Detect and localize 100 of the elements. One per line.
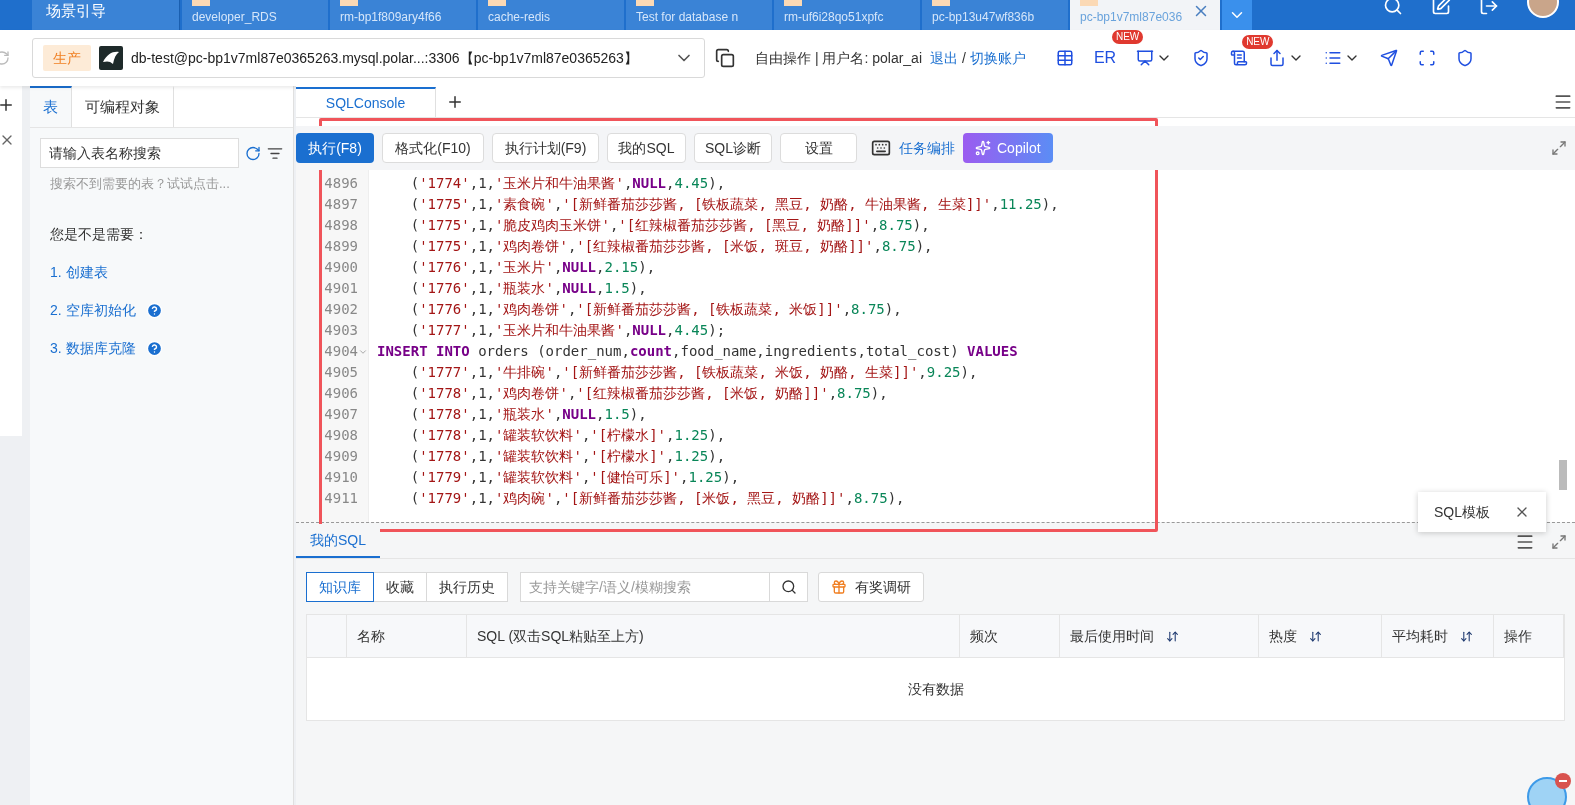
database-logo-icon [99, 46, 123, 70]
export-icon[interactable] [1268, 49, 1287, 67]
connection-tab[interactable]: rm-bp1f809ary4f66 [330, 0, 476, 30]
search-hint: 搜索不到需要的表？试试点击... [49, 175, 231, 193]
connection-selector[interactable]: 生产 db-test@pc-bp1v7ml87e0365263.mysql.polar...:3306【pc-bp1v7ml87e0365263】 [32, 38, 705, 78]
sort-icon[interactable] [1166, 629, 1179, 643]
tab-dropdown-button[interactable] [1222, 0, 1252, 30]
expand-icon[interactable] [1551, 534, 1567, 550]
toolbar-button[interactable]: 格式化(F10) [382, 133, 484, 163]
sort-icon[interactable] [1460, 629, 1473, 643]
suggestion-link[interactable]: 3. 数据库克隆 [50, 337, 136, 359]
line-number: 4902 [324, 300, 358, 319]
connection-tab[interactable]: pc-bp13u47wf836b [922, 0, 1068, 30]
tab-icon [1080, 0, 1098, 6]
gift-icon [831, 579, 847, 595]
toolbar-button[interactable]: 执行计划(F9) [492, 133, 599, 163]
column-header: 操作 [1504, 626, 1532, 646]
task-orchestration-link[interactable]: 任务编排 [899, 137, 955, 159]
toolbar-button[interactable]: 设置 [780, 133, 857, 163]
help-icon[interactable] [145, 301, 163, 319]
sidebar-tab[interactable]: 表 [30, 86, 72, 127]
search-icon[interactable] [1383, 0, 1403, 16]
line-number: 4901 [324, 279, 358, 298]
minus-badge[interactable] [1555, 773, 1571, 789]
edit-icon[interactable] [1431, 0, 1451, 16]
table-search-field[interactable]: 请输入表名称搜索 [40, 138, 239, 168]
guide-tab[interactable]: 场景引导 [32, 0, 180, 30]
my-sql-tab[interactable]: 我的SQL [296, 524, 380, 558]
code-line: ('1778',1,'鸡肉卷饼','[红辣椒番茄莎莎酱, [米饭, 奶酪]]',8.75), [409, 384, 889, 403]
table-icon[interactable] [1055, 49, 1074, 67]
line-number: 4898 [324, 216, 358, 235]
document-icon[interactable] [1230, 49, 1249, 67]
sql-search-field[interactable]: 支持关键字/语义/模糊搜索 [520, 572, 770, 602]
send-icon[interactable] [1380, 49, 1399, 67]
sidebar-tab[interactable]: 可编程对象 [72, 86, 174, 127]
code-line: ('1776',1,'玉米片',NULL,2.15), [409, 258, 657, 277]
toolbar-button[interactable]: 执行(F8) [296, 133, 374, 163]
add-icon[interactable] [0, 96, 15, 114]
connection-address: db-test@pc-bp1v7ml87e0365263.mysql.polar...:3306【pc-bp1v7ml87e0365263】 [131, 48, 639, 68]
menu-icon[interactable] [1515, 532, 1535, 552]
line-number: 4897 [324, 195, 358, 214]
survey-button[interactable]: 有奖调研 [818, 572, 924, 602]
code-line: ('1778',1,'瓶装水',NULL,1.5), [409, 405, 648, 424]
switch-account-link[interactable]: 切换账户 [969, 47, 1026, 69]
list-icon[interactable] [1324, 49, 1343, 67]
column-header: 平均耗时 [1392, 626, 1448, 646]
toolbar-button[interactable]: SQL诊断 [694, 133, 772, 163]
keyboard-icon[interactable] [871, 138, 891, 158]
line-number: 4896 [324, 174, 358, 193]
popup-label: SQL模板 [1434, 502, 1490, 522]
line-number: 4905 [324, 363, 358, 382]
tab-icon [784, 0, 802, 6]
fullscreen-icon[interactable] [1418, 49, 1437, 67]
empty-message: 没有数据 [907, 679, 964, 699]
line-number: 4900 [324, 258, 358, 277]
code-line: ('1776',1,'瓶装水',NULL,1.5), [409, 279, 648, 298]
sort-icon[interactable] [1309, 629, 1322, 643]
segment-tab[interactable]: 收藏 [373, 572, 427, 602]
segment-tab[interactable]: 知识库 [306, 572, 374, 602]
add-tab-icon[interactable] [446, 93, 464, 111]
suggestion-link[interactable]: 1. 创建表 [50, 261, 108, 283]
column-header: 最后使用时间 [1070, 626, 1154, 646]
sql-template-popup[interactable]: SQL模板 [1418, 492, 1546, 532]
column-header: 名称 [357, 626, 385, 646]
code-line: ('1775',1,'鸡肉卷饼','[红辣椒番茄莎莎酱, [米饭, 斑豆, 奶酪]]',8.75), [409, 237, 934, 256]
toolbar-button[interactable]: 我的SQL [607, 133, 686, 163]
scrollbar[interactable] [1559, 460, 1567, 490]
code-line: ('1779',1,'罐装软饮料','[健怡可乐]',1.25), [409, 468, 741, 487]
refresh-icon[interactable] [245, 144, 261, 162]
copy-icon[interactable] [715, 48, 735, 68]
connection-tab[interactable]: developer_RDS [182, 0, 328, 30]
shield-icon[interactable] [1456, 49, 1475, 67]
search-button[interactable] [770, 572, 808, 602]
logout-icon[interactable] [1479, 0, 1499, 16]
chart-icon[interactable] [1136, 49, 1155, 67]
line-number: 4910 [324, 468, 358, 487]
code-line: ('1778',1,'罐装软饮料','[柠檬水]',1.25), [409, 447, 727, 466]
shield-icon[interactable] [1192, 49, 1211, 67]
connection-tab[interactable]: rm-uf6i28qo51xpfc [774, 0, 920, 30]
menu-icon[interactable] [1553, 92, 1573, 112]
tab-icon [932, 0, 950, 6]
connection-tab[interactable]: cache-redis [478, 0, 624, 30]
line-number: 4907 [324, 405, 358, 424]
search-icon [780, 579, 797, 595]
environment-badge: 生产 [43, 45, 91, 71]
logout-link[interactable]: 退出 [930, 47, 958, 69]
editor-tab[interactable]: SQLConsole [296, 87, 436, 117]
tab-icon [340, 0, 358, 6]
suggestion-link[interactable]: 2. 空库初始化 [50, 299, 136, 321]
expand-icon[interactable] [1551, 140, 1567, 156]
er-diagram-button[interactable]: ER [1093, 49, 1117, 66]
segment-tab[interactable]: 执行历史 [426, 572, 508, 602]
line-number: 4899 [324, 237, 358, 256]
line-number: 4911 [324, 489, 358, 508]
copilot-button[interactable]: Copilot [963, 133, 1053, 163]
separator-text: / [962, 48, 966, 68]
connection-tab[interactable]: Test for database n [626, 0, 772, 30]
help-icon[interactable] [145, 339, 163, 357]
tab-icon [192, 0, 210, 6]
line-number: 4906 [324, 384, 358, 403]
